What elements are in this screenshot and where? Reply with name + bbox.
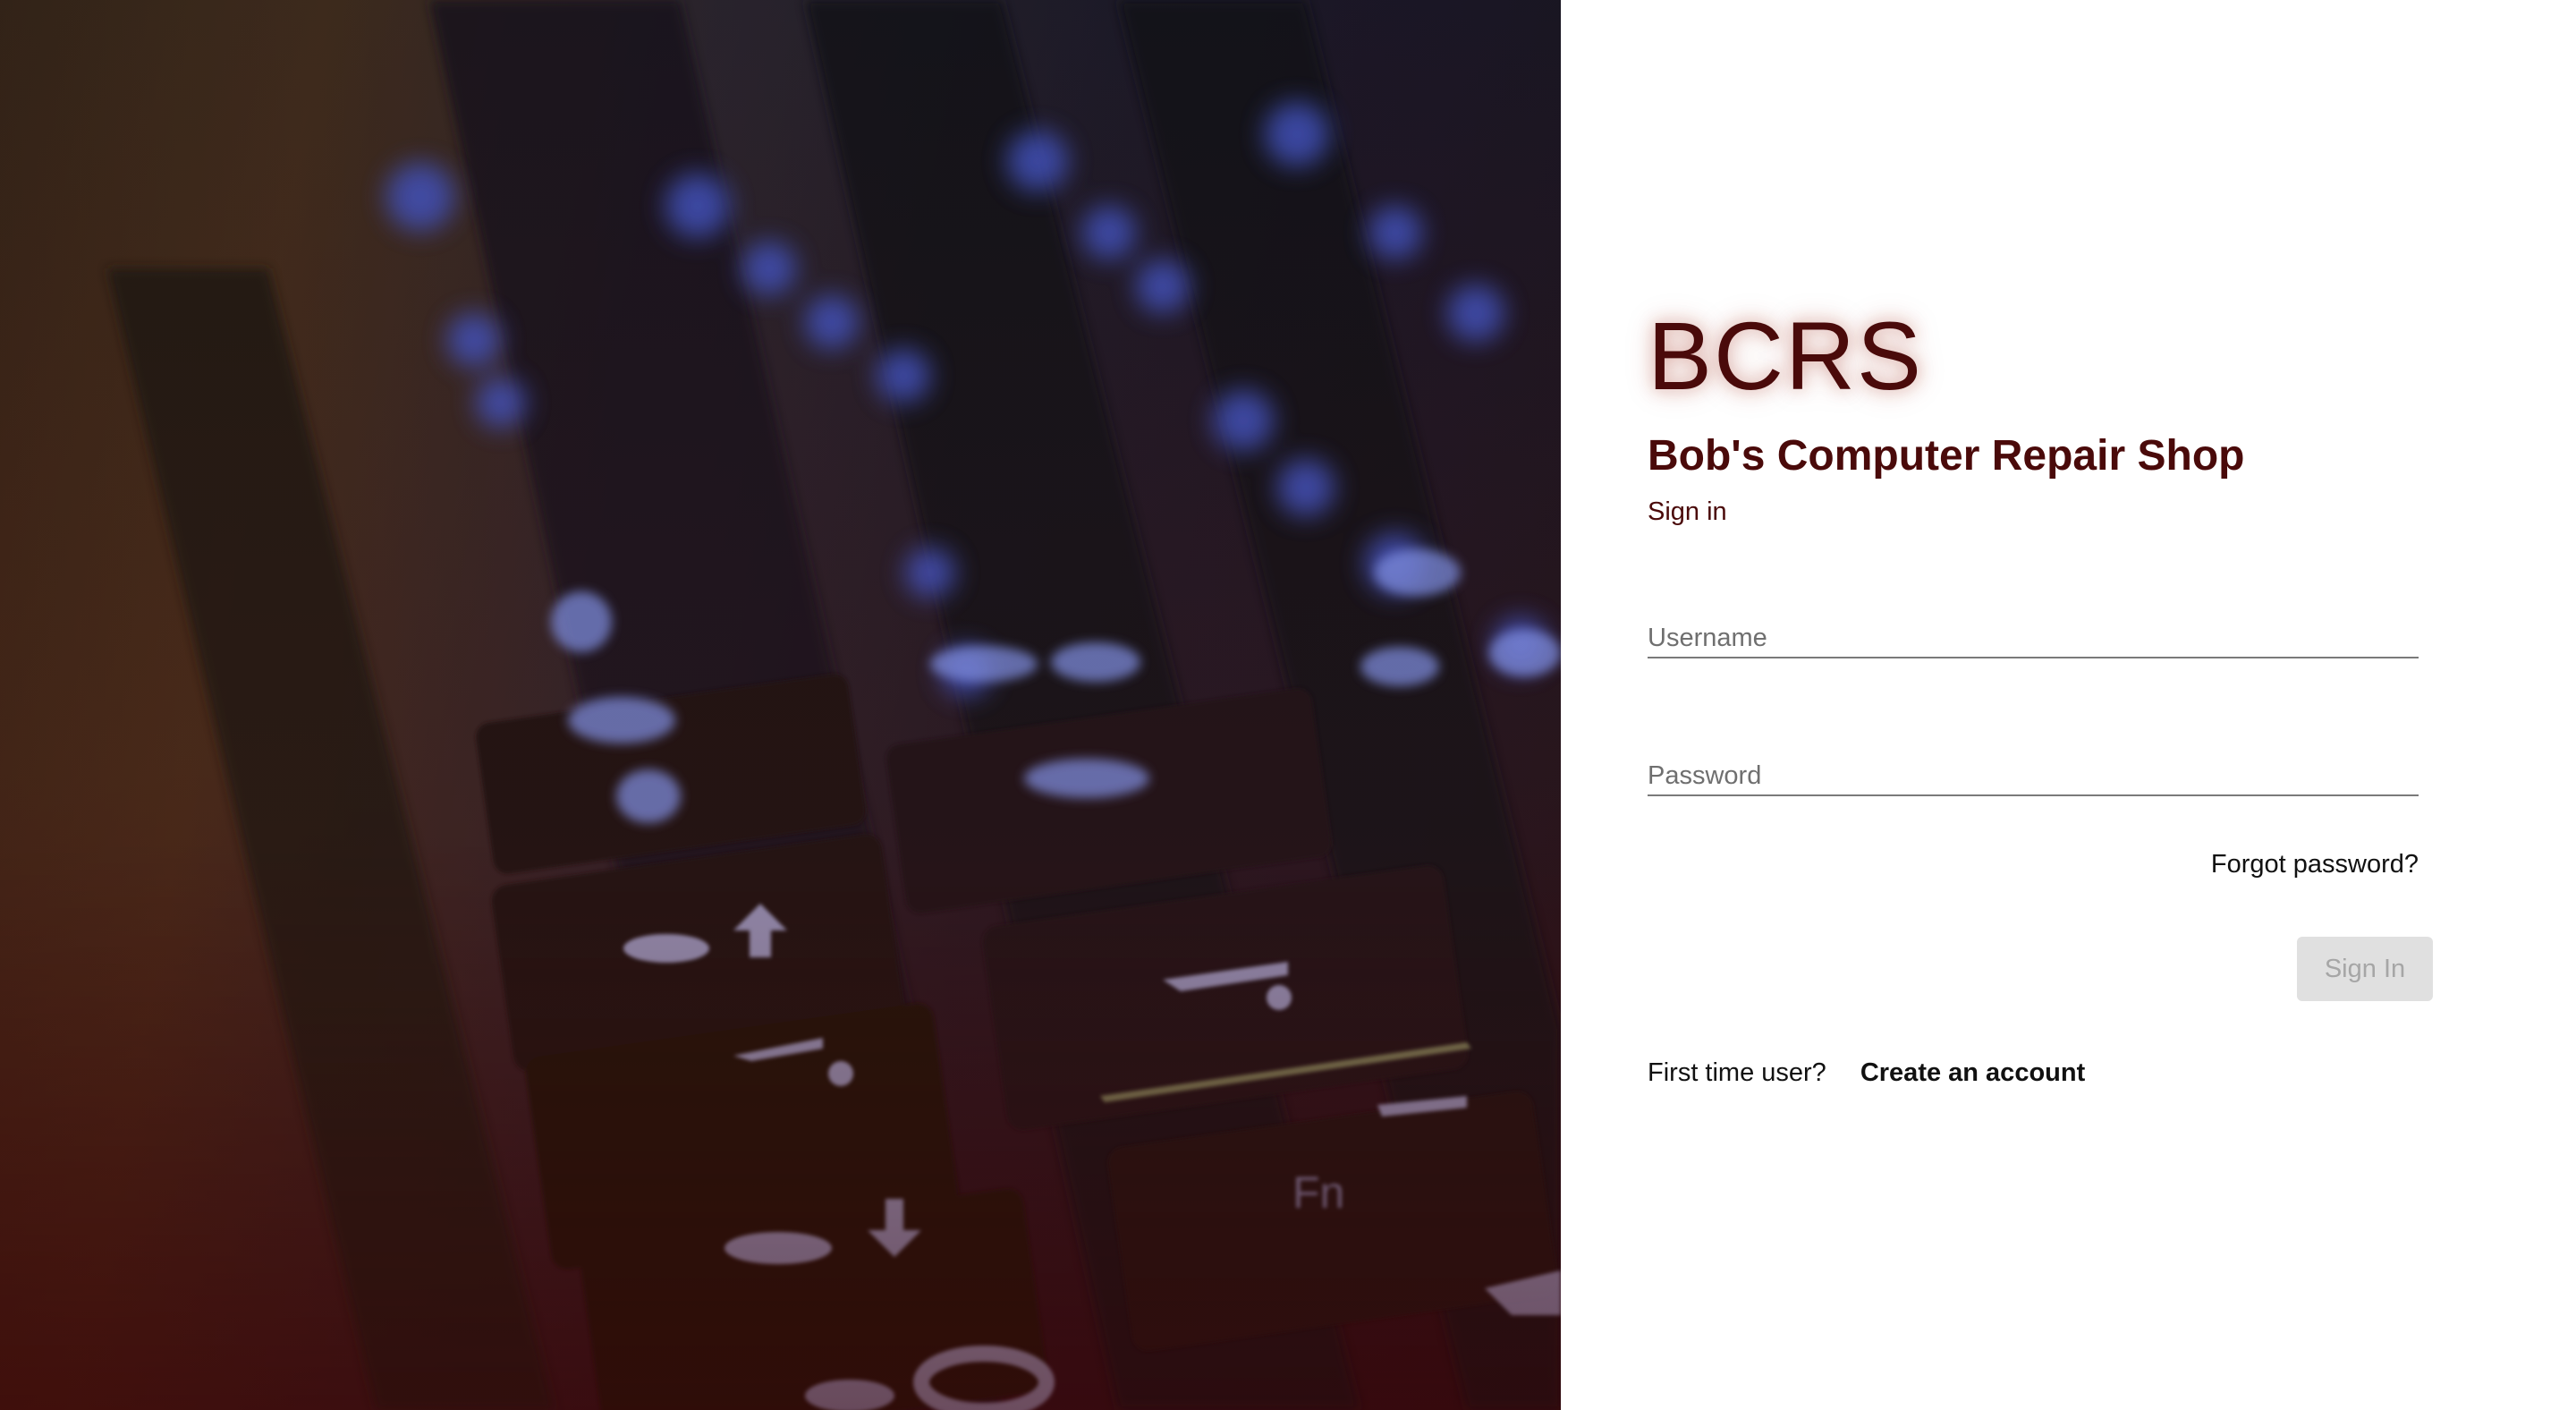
shop-name: Bob's Computer Repair Shop (1648, 432, 2245, 480)
create-account-row: First time user? Create an account (1648, 1058, 2435, 1088)
login-panel: BCRS Bob's Computer Repair Shop Sign in … (1561, 0, 2576, 1410)
login-page: Fn BCRS Bob's Computer Repair Shop Sign … (0, 0, 2576, 1410)
login-form: BCRS Bob's Computer Repair Shop Sign in … (1648, 302, 2435, 1088)
brand-logo: BCRS (1648, 302, 1924, 410)
password-input[interactable] (1648, 761, 2419, 791)
first-time-user-label: First time user? (1648, 1058, 1826, 1087)
username-field-wrapper (1648, 616, 2419, 658)
forgot-password-link[interactable]: Forgot password? (2211, 850, 2419, 879)
sign-in-row: Sign In (1648, 937, 2433, 1001)
username-input[interactable] (1648, 624, 2419, 653)
password-field-wrapper (1648, 753, 2419, 796)
keyboard-hero-image: Fn (0, 0, 1561, 1410)
create-account-link[interactable]: Create an account (1860, 1058, 2085, 1088)
keyboard-photo-art: Fn (0, 0, 1561, 1410)
sign-in-heading: Sign in (1648, 497, 1727, 526)
sign-in-button[interactable]: Sign In (2297, 937, 2433, 1001)
forgot-password-row: Forgot password? (1648, 850, 2419, 879)
